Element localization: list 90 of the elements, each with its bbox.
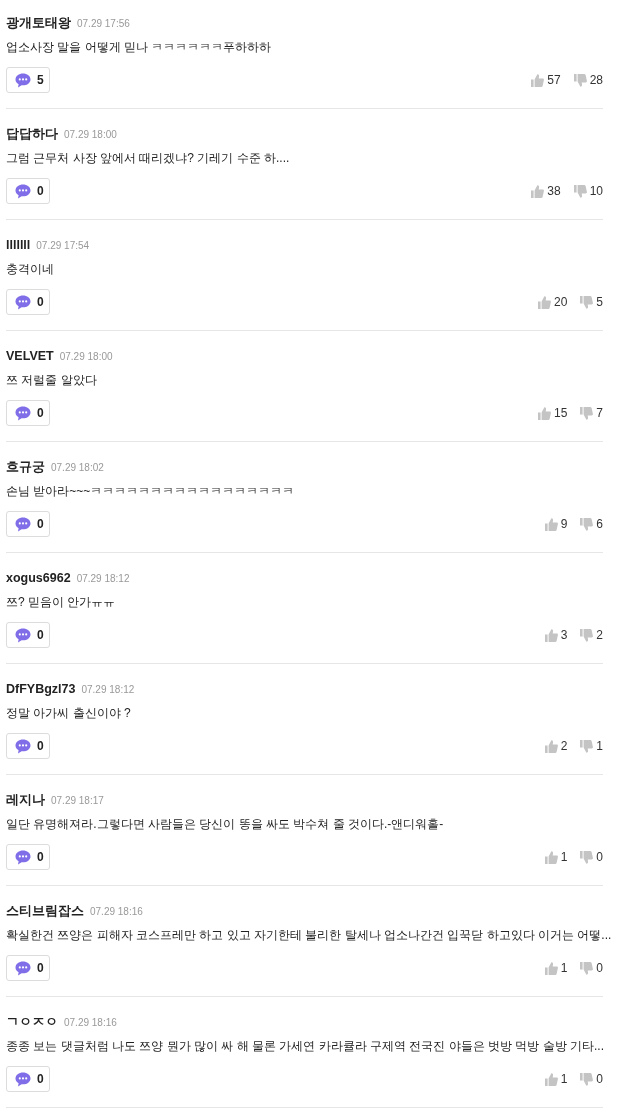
thumbs-up-icon bbox=[531, 184, 545, 198]
like-button[interactable]: 57 bbox=[531, 71, 561, 89]
comment-time: 07.29 18:12 bbox=[81, 683, 135, 697]
comment-author[interactable]: 레지나 bbox=[6, 791, 45, 809]
thumbs-up-icon bbox=[544, 961, 558, 975]
comment-time: 07.29 18:00 bbox=[64, 128, 117, 142]
like-button[interactable]: 20 bbox=[537, 293, 568, 311]
like-button[interactable]: 15 bbox=[537, 404, 568, 422]
dislike-button[interactable]: 2 bbox=[580, 626, 603, 644]
reply-button[interactable]: 0 bbox=[6, 844, 50, 870]
comment-author[interactable]: 광개토태왕 bbox=[6, 14, 71, 32]
thumbs-up-icon bbox=[544, 628, 558, 642]
comment-author[interactable]: 스티브림잡스 bbox=[6, 902, 84, 920]
like-button[interactable]: 1 bbox=[544, 959, 568, 977]
comment-author[interactable]: xogus6962 bbox=[6, 569, 71, 587]
comment-time: 07.29 17:54 bbox=[36, 239, 90, 253]
thumbs-up-icon bbox=[544, 739, 558, 753]
comment-text: 손님 받아라~~~ㅋㅋㅋㅋㅋㅋㅋㅋㅋㅋㅋㅋㅋㅋㅋㅋㅋ bbox=[6, 484, 295, 498]
thumbs-down-icon bbox=[580, 295, 594, 309]
reply-button[interactable]: 0 bbox=[6, 1066, 50, 1092]
comment-author[interactable]: 답답하다 bbox=[6, 125, 58, 143]
comment-time: 07.29 18:17 bbox=[51, 794, 104, 808]
comment-time: 07.29 18:00 bbox=[59, 350, 113, 364]
comment-author[interactable]: VELVET bbox=[6, 347, 54, 365]
reply-button[interactable]: 0 bbox=[6, 289, 50, 315]
reply-button[interactable]: 5 bbox=[6, 67, 50, 93]
dislike-button[interactable]: 6 bbox=[580, 515, 603, 533]
thumbs-down-icon bbox=[580, 517, 594, 531]
comment-time: 07.29 18:16 bbox=[64, 1016, 117, 1030]
dislike-button[interactable]: 1 bbox=[580, 737, 603, 755]
dislike-button[interactable]: 5 bbox=[580, 293, 603, 311]
comment-author[interactable]: lllllll bbox=[6, 236, 31, 254]
thumbs-up-icon bbox=[537, 406, 551, 420]
comment-text: 쯔 저럴줄 알았다 bbox=[6, 373, 97, 387]
comment-text: 충격이네 bbox=[6, 262, 54, 276]
comment-time: 07.29 17:56 bbox=[77, 17, 130, 31]
dislike-button[interactable]: 0 bbox=[580, 848, 603, 866]
chat-bubble-icon bbox=[15, 627, 31, 643]
comment-text: 그럼 근무처 사장 앞에서 때리겠냐? 기레기 수준 하.... bbox=[6, 151, 290, 165]
thumbs-up-icon bbox=[537, 295, 551, 309]
chat-bubble-icon bbox=[15, 405, 31, 421]
comment-text: 업소사장 말을 어떻게 믿나 ㅋㅋㅋㅋㅋㅋ푸하하하 bbox=[6, 40, 272, 54]
like-button[interactable]: 2 bbox=[544, 737, 568, 755]
chat-bubble-icon bbox=[15, 183, 31, 199]
chat-bubble-icon bbox=[15, 738, 31, 754]
comment-text: 확실한건 쯔양은 피해자 코스프레만 하고 있고 자기한테 불리한 탈세나 업소나간건 입꾹닫 하고있다 이거는 어떻... bbox=[6, 928, 612, 942]
thumbs-up-icon bbox=[544, 850, 558, 864]
comment-text: 쯔? 믿음이 안가ㅠㅠ bbox=[6, 595, 116, 609]
comment-author[interactable]: DfFYBgzl73 bbox=[6, 680, 76, 698]
comment-time: 07.29 18:02 bbox=[51, 461, 104, 475]
chat-bubble-icon bbox=[15, 849, 31, 865]
comment-author[interactable]: ㄱㅇㅈㅇ bbox=[6, 1013, 58, 1031]
comment-text: 일단 유명해져라.그렇다면 사람들은 당신이 똥을 싸도 박수쳐 줄 것이다.-앤디워홀- bbox=[6, 817, 444, 831]
thumbs-down-icon bbox=[573, 73, 587, 87]
chat-bubble-icon bbox=[15, 72, 31, 88]
dislike-button[interactable]: 0 bbox=[580, 959, 603, 977]
like-button[interactable]: 3 bbox=[544, 626, 568, 644]
thumbs-down-icon bbox=[573, 184, 587, 198]
like-button[interactable]: 1 bbox=[544, 848, 568, 866]
comment-author[interactable]: 흐규궁 bbox=[6, 458, 45, 476]
reply-button[interactable]: 0 bbox=[6, 511, 50, 537]
thumbs-up-icon bbox=[544, 1072, 558, 1086]
reply-button[interactable]: 0 bbox=[6, 733, 50, 759]
thumbs-down-icon bbox=[580, 850, 594, 864]
comment-text: 종종 보는 댓글처럼 나도 쯔양 뭔가 많이 싸 해 물론 가세연 카라큘라 구제역 전국진 야들은 벗방 먹방 술방 기타... bbox=[6, 1039, 604, 1053]
reply-button[interactable]: 0 bbox=[6, 178, 50, 204]
chat-bubble-icon bbox=[15, 294, 31, 310]
thumbs-down-icon bbox=[580, 628, 594, 642]
chat-bubble-icon bbox=[15, 960, 31, 976]
thumbs-down-icon bbox=[580, 739, 594, 753]
dislike-button[interactable]: 10 bbox=[573, 182, 603, 200]
comment-time: 07.29 18:12 bbox=[76, 572, 130, 586]
like-button[interactable]: 38 bbox=[531, 182, 561, 200]
chat-bubble-icon bbox=[15, 516, 31, 532]
dislike-button[interactable]: 28 bbox=[573, 71, 603, 89]
chat-bubble-icon bbox=[15, 1071, 31, 1087]
reply-button[interactable]: 0 bbox=[6, 400, 50, 426]
reply-button[interactable]: 0 bbox=[6, 622, 50, 648]
comment-time: 07.29 18:16 bbox=[90, 905, 143, 919]
dislike-button[interactable]: 0 bbox=[580, 1070, 603, 1088]
comment-text: 정말 아가씨 출신이야 ? bbox=[6, 706, 131, 720]
like-button[interactable]: 9 bbox=[544, 515, 568, 533]
thumbs-down-icon bbox=[580, 1072, 594, 1086]
reply-button[interactable]: 0 bbox=[6, 955, 50, 981]
thumbs-down-icon bbox=[580, 961, 594, 975]
thumbs-up-icon bbox=[531, 73, 545, 87]
dislike-button[interactable]: 7 bbox=[580, 404, 603, 422]
like-button[interactable]: 1 bbox=[544, 1070, 568, 1088]
thumbs-up-icon bbox=[544, 517, 558, 531]
thumbs-down-icon bbox=[580, 406, 594, 420]
